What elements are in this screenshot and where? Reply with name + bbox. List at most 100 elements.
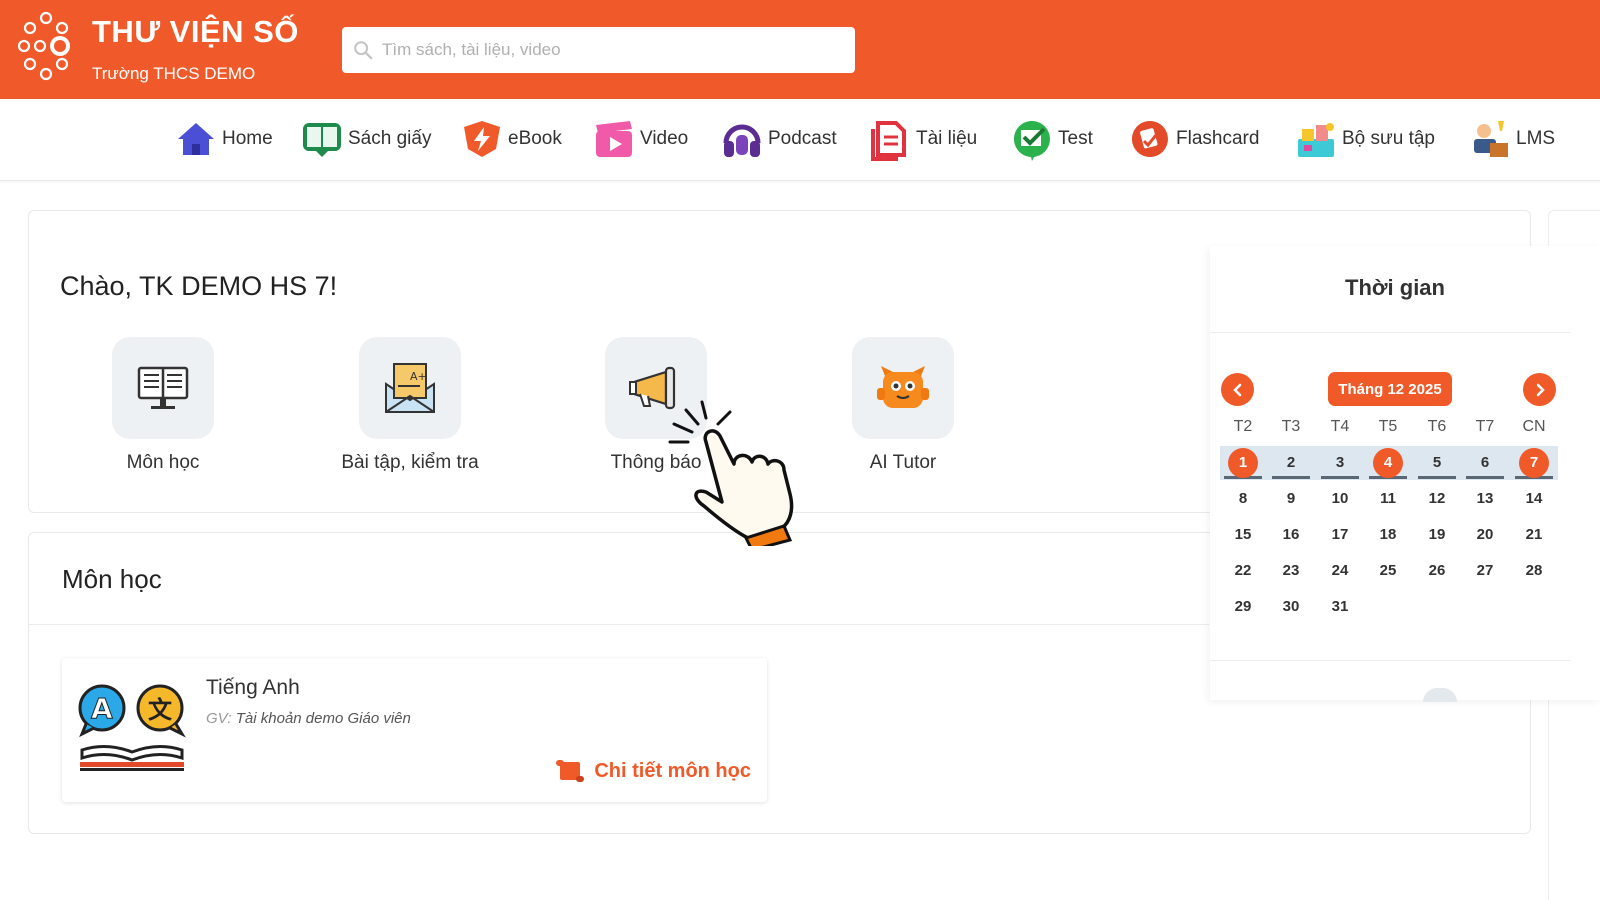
tile-bai-tap[interactable]: A+ bbox=[359, 337, 461, 439]
calendar-day[interactable]: 15 bbox=[1226, 518, 1260, 552]
calendar-day[interactable]: 1 bbox=[1226, 446, 1260, 480]
course-detail-link[interactable]: Chi tiết môn học bbox=[554, 758, 751, 784]
hand-pointer-icon bbox=[668, 400, 794, 546]
brand-subtitle: Trường THCS DEMO bbox=[92, 64, 256, 83]
calendar-day[interactable]: 20 bbox=[1468, 518, 1502, 552]
greeting: Chào, TK DEMO HS 7! bbox=[60, 271, 338, 301]
search-icon bbox=[354, 41, 373, 60]
nav-label: Flashcard bbox=[1176, 128, 1260, 149]
nav-label: Podcast bbox=[768, 128, 837, 149]
calendar-day[interactable]: 8 bbox=[1226, 482, 1260, 516]
weekday-label: T3 bbox=[1281, 418, 1301, 435]
scroll-icon bbox=[556, 760, 585, 782]
calendar-day[interactable]: 19 bbox=[1420, 518, 1454, 552]
nav-item-bo-suu-tap[interactable]: Bộ sưu tập bbox=[1294, 113, 1435, 165]
course-detail-label: Chi tiết môn học bbox=[594, 759, 751, 782]
calendar-day[interactable]: 29 bbox=[1226, 590, 1260, 624]
calendar-day[interactable]: 26 bbox=[1420, 554, 1454, 588]
search-input[interactable] bbox=[382, 40, 822, 60]
next-month-button[interactable] bbox=[1523, 373, 1556, 406]
calendar-day[interactable]: 17 bbox=[1323, 518, 1357, 552]
calendar-day[interactable]: 7 bbox=[1517, 446, 1551, 480]
course-name: Tiếng Anh bbox=[206, 676, 300, 699]
video-icon bbox=[596, 121, 632, 157]
calendar-day[interactable]: 13 bbox=[1468, 482, 1502, 516]
calendar-title: Thời gian bbox=[1345, 275, 1445, 300]
divider bbox=[1210, 660, 1570, 661]
calendar-day[interactable]: 22 bbox=[1226, 554, 1260, 588]
nav-label: LMS bbox=[1516, 128, 1556, 149]
textbook-icon bbox=[137, 366, 189, 409]
nav-label: Video bbox=[640, 128, 689, 149]
nav-item-sach-giay[interactable]: Sách giấy bbox=[300, 113, 431, 165]
tile-mon-hoc[interactable] bbox=[112, 337, 214, 439]
calendar-day[interactable]: 31 bbox=[1323, 590, 1357, 624]
calendar-day[interactable]: 2 bbox=[1274, 446, 1308, 480]
calendar-day[interactable]: 11 bbox=[1371, 482, 1405, 516]
logo-icon bbox=[17, 11, 70, 81]
divider bbox=[1210, 332, 1570, 333]
lms-icon bbox=[1474, 121, 1508, 157]
flashcard-icon bbox=[1131, 121, 1168, 157]
document-icon bbox=[871, 121, 906, 161]
calendar-day[interactable]: 3 bbox=[1323, 446, 1357, 480]
nav-label: Test bbox=[1058, 128, 1093, 149]
calendar-day[interactable]: 16 bbox=[1274, 518, 1308, 552]
calendar-day[interactable]: 28 bbox=[1517, 554, 1551, 588]
weekday-label: T6 bbox=[1427, 418, 1447, 435]
tile-label: Môn học bbox=[126, 452, 200, 473]
nav-item-tai-lieu[interactable]: Tài liệu bbox=[868, 113, 977, 165]
calendar-day[interactable]: 24 bbox=[1323, 554, 1357, 588]
weekday-label: T5 bbox=[1378, 418, 1398, 435]
brand-title: THƯ VIỆN SỐ bbox=[92, 14, 299, 49]
teacher-prefix: GV: bbox=[206, 710, 232, 727]
headphones-icon bbox=[723, 124, 761, 157]
nav-item-video[interactable]: Video bbox=[592, 113, 688, 165]
nav-item-lms[interactable]: LMS bbox=[1468, 113, 1555, 165]
calendar-day[interactable]: 21 bbox=[1517, 518, 1551, 552]
course-card[interactable]: A 文 Tiếng Anh GV: Tài khoản demo Giáo vi… bbox=[62, 658, 767, 802]
robot-icon bbox=[877, 366, 929, 408]
nav-label: eBook bbox=[508, 128, 562, 149]
prev-month-button[interactable] bbox=[1221, 373, 1254, 406]
nav-label: Home bbox=[222, 128, 273, 149]
calendar-day[interactable]: 9 bbox=[1274, 482, 1308, 516]
language-book-icon: A 文 bbox=[78, 684, 186, 771]
weekday-label: CN bbox=[1522, 418, 1546, 435]
nav-label: Sách giấy bbox=[348, 128, 432, 149]
assignment-icon: A+ bbox=[385, 363, 435, 413]
calendar-day[interactable]: 6 bbox=[1468, 446, 1502, 480]
nav-item-test[interactable]: Test bbox=[1010, 113, 1093, 165]
svg-text:A+: A+ bbox=[410, 370, 427, 383]
month-label[interactable]: Tháng 12 2025 bbox=[1328, 372, 1452, 406]
calendar-day[interactable]: 23 bbox=[1274, 554, 1308, 588]
tile-label: Bài tập, kiểm tra bbox=[341, 452, 479, 473]
tile-ai-tutor[interactable] bbox=[852, 337, 954, 439]
calendar-day[interactable]: 30 bbox=[1274, 590, 1308, 624]
teacher-name: Tài khoản demo Giáo viên bbox=[235, 710, 411, 727]
nav-label: Tài liệu bbox=[916, 128, 978, 149]
weekday-label: T7 bbox=[1475, 418, 1495, 435]
ebook-icon bbox=[464, 121, 500, 157]
home-icon bbox=[178, 123, 214, 155]
chevron-left-icon bbox=[1232, 383, 1241, 396]
calendar-day[interactable]: 12 bbox=[1420, 482, 1454, 516]
calendar-day[interactable]: 18 bbox=[1371, 518, 1405, 552]
calendar-day[interactable]: 14 bbox=[1517, 482, 1551, 516]
search-box[interactable] bbox=[342, 27, 855, 73]
collection-icon bbox=[1298, 123, 1334, 157]
calendar-day[interactable]: 25 bbox=[1371, 554, 1405, 588]
calendar-day[interactable]: 10 bbox=[1323, 482, 1357, 516]
nav-item-podcast[interactable]: Podcast bbox=[720, 113, 837, 165]
section-title: Môn học bbox=[62, 564, 162, 594]
nav-item-home[interactable]: Home bbox=[174, 113, 273, 165]
nav-item-flashcard[interactable]: Flashcard bbox=[1128, 113, 1259, 165]
calendar-day[interactable]: 5 bbox=[1420, 446, 1454, 480]
calendar-day[interactable]: 27 bbox=[1468, 554, 1502, 588]
weekday-label: T2 bbox=[1233, 418, 1253, 435]
svg-text:文: 文 bbox=[148, 696, 173, 724]
tile-label: AI Tutor bbox=[869, 452, 937, 473]
book-icon bbox=[303, 123, 341, 157]
calendar-day[interactable]: 4 bbox=[1371, 446, 1405, 480]
nav-item-ebook[interactable]: eBook bbox=[460, 113, 562, 165]
